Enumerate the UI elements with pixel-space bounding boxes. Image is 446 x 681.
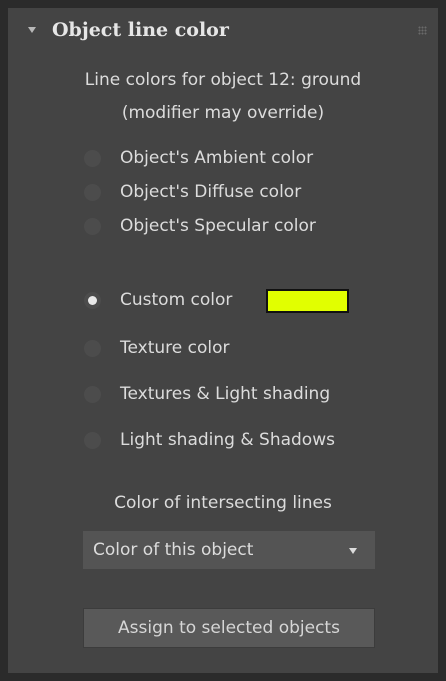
radio-button[interactable] <box>84 432 101 449</box>
radio-button[interactable] <box>84 150 101 167</box>
option-label: Object's Specular color <box>120 216 316 236</box>
option-label: Light shading & Shadows <box>120 430 335 450</box>
window-frame: Object line color Line colors for object… <box>0 0 446 681</box>
drag-grip-icon[interactable] <box>418 26 427 35</box>
dropdown-selected-value: Color of this object <box>93 540 254 560</box>
option-label: Custom color <box>120 290 233 310</box>
assign-to-selected-button[interactable]: Assign to selected objects <box>83 608 375 648</box>
option-custom-color[interactable]: Custom color <box>84 286 384 316</box>
option-light-shading-shadows[interactable]: Light shading & Shadows <box>84 426 384 456</box>
collapse-arrow-icon[interactable] <box>28 27 36 33</box>
radio-button[interactable] <box>84 340 101 357</box>
option-label: Textures & Light shading <box>120 384 331 404</box>
chevron-down-icon <box>349 548 357 554</box>
option-label: Object's Ambient color <box>120 148 314 168</box>
modifier-note: (modifier may override) <box>121 103 325 123</box>
intersecting-lines-label: Color of intersecting lines <box>114 493 332 513</box>
custom-color-swatch[interactable] <box>266 289 349 313</box>
intersecting-color-dropdown[interactable]: Color of this object <box>83 531 375 569</box>
option-textures-light-shading[interactable]: Textures & Light shading <box>84 380 384 410</box>
rollout-header[interactable]: Object line color <box>8 8 438 54</box>
object-line-color-panel: Object line color Line colors for object… <box>8 8 438 673</box>
option-label: Texture color <box>120 338 230 358</box>
option-diffuse-color[interactable]: Object's Diffuse color <box>84 178 384 208</box>
rollout-title: Object line color <box>52 19 229 41</box>
option-ambient-color[interactable]: Object's Ambient color <box>84 144 384 174</box>
radio-button[interactable] <box>84 218 101 235</box>
radio-button-selected[interactable] <box>84 292 101 309</box>
radio-button[interactable] <box>84 386 101 403</box>
object-info-line: Line colors for object 12: ground <box>84 70 362 90</box>
option-specular-color[interactable]: Object's Specular color <box>84 212 384 242</box>
option-label: Object's Diffuse color <box>120 182 302 202</box>
radio-button[interactable] <box>84 184 101 201</box>
option-texture-color[interactable]: Texture color <box>84 334 384 364</box>
